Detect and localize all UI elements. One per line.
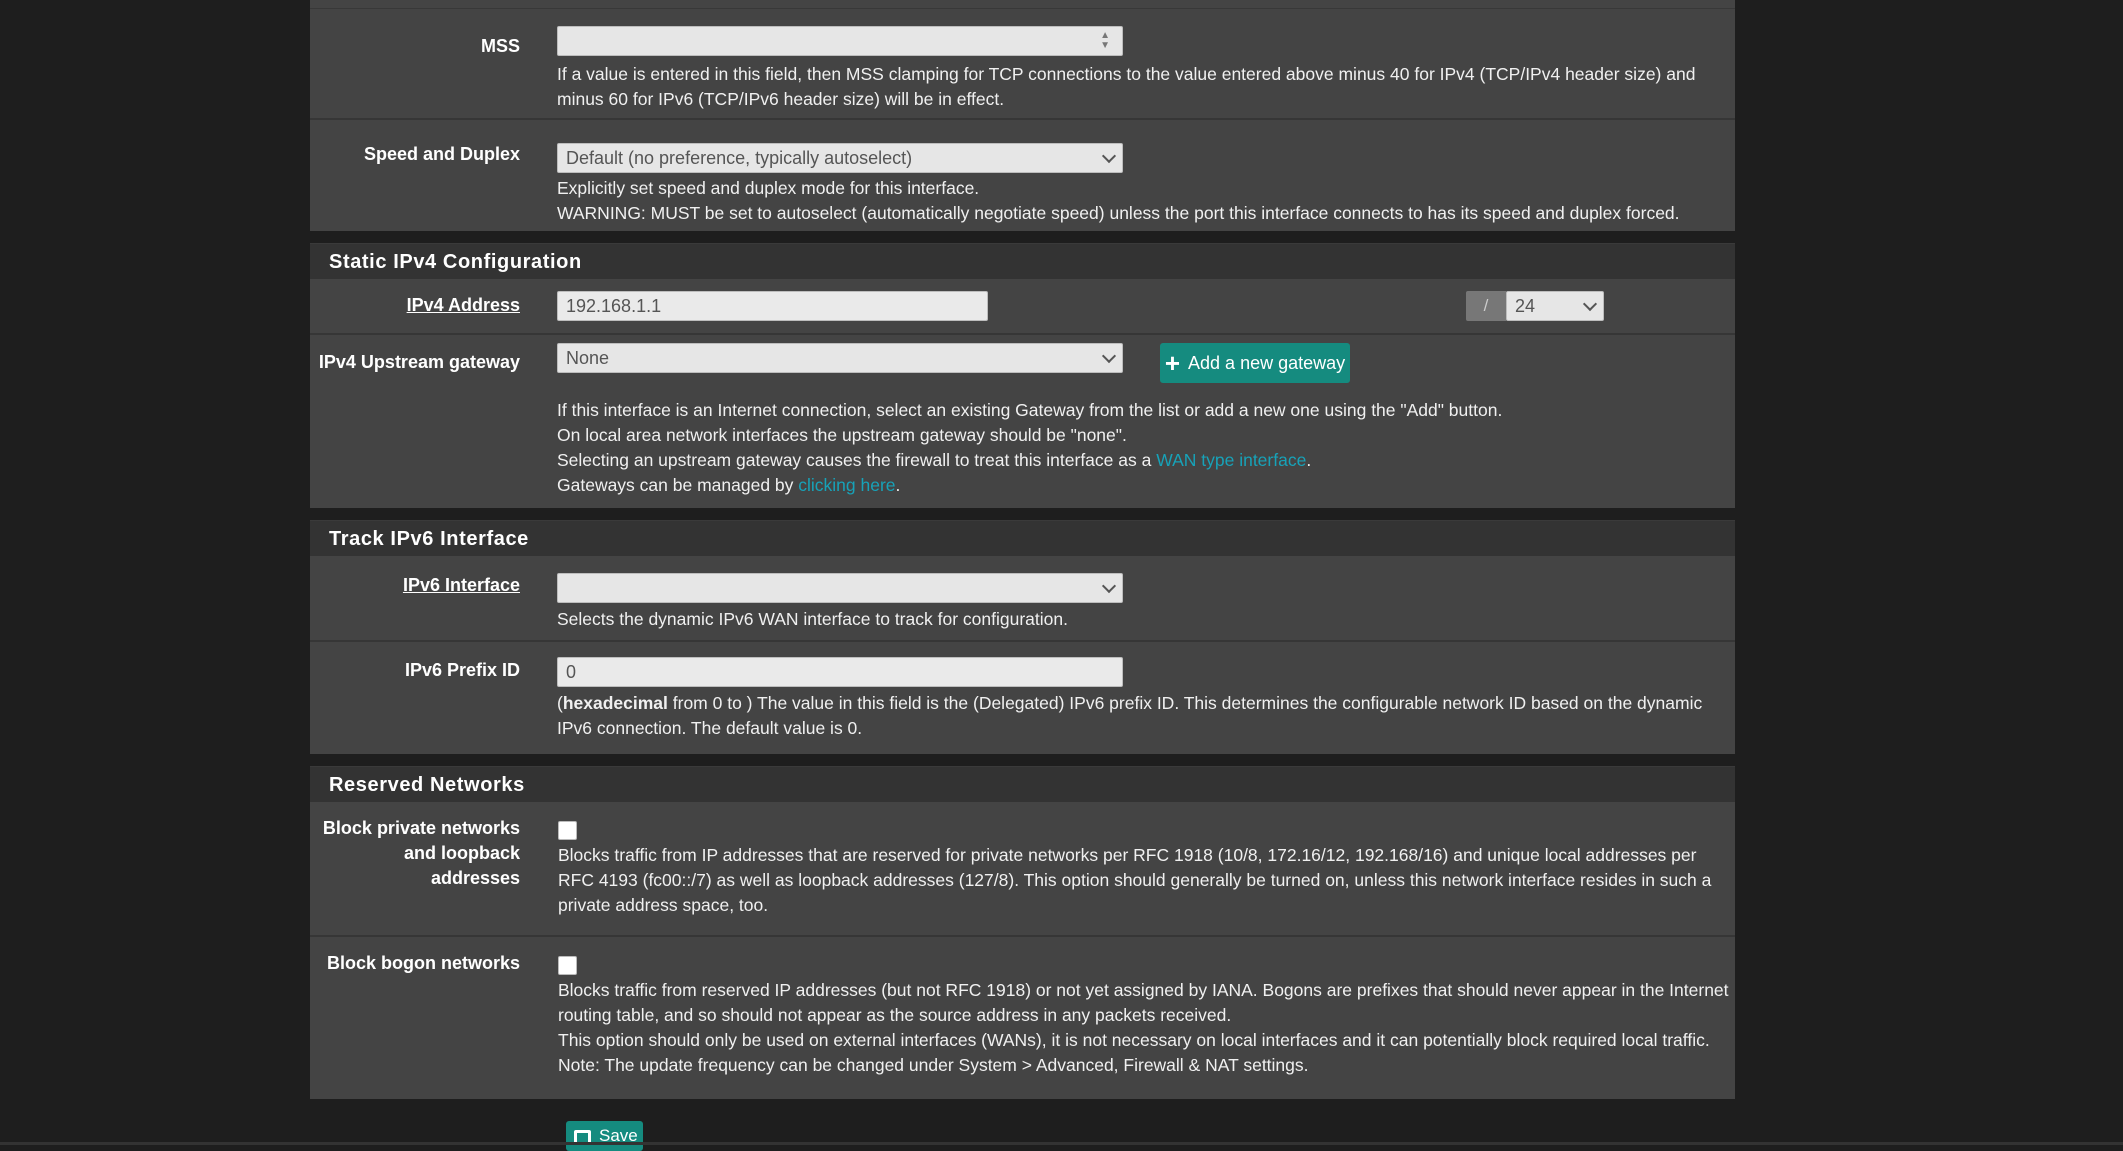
block-bogon-checkbox[interactable] bbox=[558, 956, 577, 975]
add-gateway-button[interactable]: + Add a new gateway bbox=[1160, 343, 1350, 383]
cidr-value: 24 bbox=[1515, 296, 1536, 316]
ipv6-interface-select[interactable] bbox=[557, 573, 1123, 603]
block-private-checkbox[interactable] bbox=[558, 821, 577, 840]
speed-help-1: Explicitly set speed and duplex mode for… bbox=[557, 178, 980, 198]
ipv6-prefix-label: IPv6 Prefix ID bbox=[404, 660, 520, 680]
cidr-select[interactable]: 24 bbox=[1506, 291, 1604, 321]
ipv4-address-input[interactable]: 192.168.1.1 bbox=[557, 291, 988, 321]
ipv6-interface-label[interactable]: IPv6 Interface bbox=[403, 575, 520, 595]
ipv6-prefix-help: (hexadecimal from 0 to ) The value in th… bbox=[557, 693, 1703, 738]
ipv6-interface-row: IPv6 Interface Selects the dynamic IPv6 … bbox=[310, 556, 1735, 642]
gateway-help-2: On local area network interfaces the ups… bbox=[557, 425, 1127, 445]
block-private-label: Block private networks and loopback addr… bbox=[322, 818, 520, 888]
bogon-help-1: Blocks traffic from reserved IP addresse… bbox=[558, 980, 1729, 1025]
bogon-help-2: This option should only be used on exter… bbox=[558, 1030, 1710, 1050]
save-button[interactable]: Save bbox=[566, 1121, 643, 1151]
block-private-help: Blocks traffic from IP addresses that ar… bbox=[558, 845, 1712, 915]
ipv4-gateway-row: IPv4 Upstream gateway None If this inter… bbox=[310, 335, 1735, 508]
block-private-row: Block private networks and loopback addr… bbox=[310, 802, 1735, 937]
mss-row: MSS ▲ ▼ If a value is entered in this fie… bbox=[310, 9, 1735, 120]
ipv4-gateway-label: IPv4 Upstream gateway bbox=[318, 352, 520, 372]
ipv4-gateway-select[interactable]: None bbox=[557, 343, 1123, 373]
speed-help-2: WARNING: MUST be set to autoselect (auto… bbox=[557, 203, 1680, 223]
speed-duplex-row: Speed and Duplex Default (no preference,… bbox=[310, 120, 1735, 231]
stepper-icon[interactable]: ▲ ▼ bbox=[1100, 31, 1110, 51]
mss-input[interactable]: ▲ ▼ bbox=[557, 26, 1123, 56]
speed-duplex-selected: Default (no preference, typically autose… bbox=[566, 148, 913, 168]
chevron-down-icon bbox=[1101, 348, 1117, 364]
section-heading-static-ipv4: Static IPv4 Configuration bbox=[310, 243, 1735, 279]
speed-duplex-select[interactable]: Default (no preference, typically autose… bbox=[557, 143, 1123, 173]
bogon-help-3: Note: The update frequency can be change… bbox=[558, 1055, 1309, 1075]
chevron-down-icon bbox=[1101, 578, 1117, 594]
ipv4-gateway-selected: None bbox=[566, 348, 610, 368]
gateway-help-4: Gateways can be managed by clicking here… bbox=[557, 475, 901, 495]
ipv6-prefix-input[interactable]: 0 bbox=[557, 657, 1123, 687]
section-heading-reserved-networks: Reserved Networks bbox=[310, 766, 1735, 802]
speed-duplex-label: Speed and Duplex bbox=[363, 144, 520, 164]
ipv6-prefix-value: 0 bbox=[566, 662, 577, 682]
add-gateway-label: Add a new gateway bbox=[1188, 353, 1346, 373]
cidr-slash: / bbox=[1466, 291, 1506, 321]
gateway-help-1: If this interface is an Internet connect… bbox=[557, 400, 1503, 420]
mss-label: MSS bbox=[480, 36, 520, 56]
ipv6-interface-help: Selects the dynamic IPv6 WAN interface t… bbox=[557, 609, 1068, 629]
wan-type-interface-link[interactable]: WAN type interface bbox=[1156, 450, 1306, 470]
panel-top-edge bbox=[310, 0, 1735, 9]
mss-help: If a value is entered in this field, the… bbox=[557, 64, 1696, 109]
block-bogon-label: Block bogon networks bbox=[326, 953, 520, 973]
interface-config-form: MSS ▲ ▼ If a value is entered in this fie… bbox=[310, 0, 1735, 1099]
ipv4-address-value: 192.168.1.1 bbox=[566, 296, 662, 316]
section-heading-track-ipv6: Track IPv6 Interface bbox=[310, 520, 1735, 556]
chevron-down-icon bbox=[1101, 148, 1117, 164]
chevron-down-icon bbox=[1582, 296, 1598, 312]
clicking-here-link[interactable]: clicking here bbox=[798, 475, 895, 495]
block-bogon-row: Block bogon networks Blocks traffic from… bbox=[310, 937, 1735, 1099]
plus-icon: + bbox=[1164, 348, 1181, 378]
ipv6-prefix-row: IPv6 Prefix ID 0 (hexadecimal from 0 to … bbox=[310, 642, 1735, 754]
ipv4-address-label[interactable]: IPv4 Address bbox=[407, 295, 520, 315]
ipv4-address-row: IPv4 Address 192.168.1.1 / 24 bbox=[310, 279, 1735, 335]
gateway-help-3: Selecting an upstream gateway causes the… bbox=[557, 450, 1312, 470]
